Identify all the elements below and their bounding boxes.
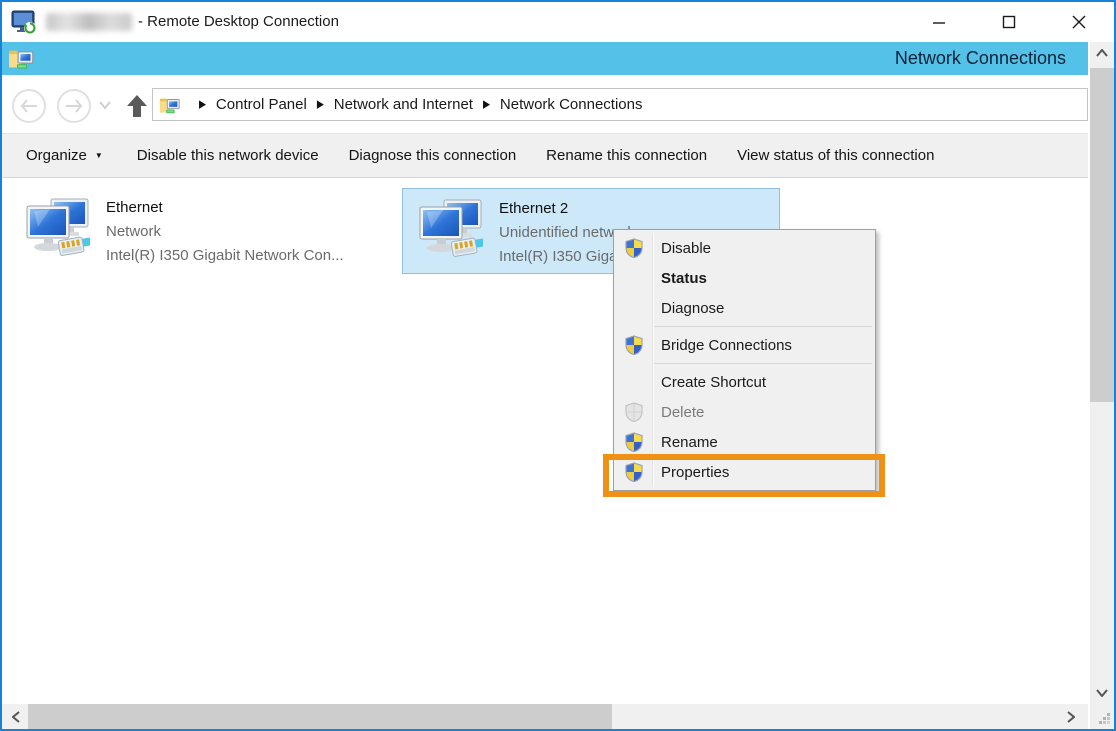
up-button[interactable] — [124, 92, 150, 120]
scroll-left-button[interactable] — [2, 704, 30, 729]
organize-label: Organize — [26, 147, 87, 164]
menu-item-delete: Delete — [614, 397, 875, 427]
breadcrumb-network-and-internet[interactable]: Network and Internet — [334, 96, 473, 113]
scroll-down-icon — [1096, 689, 1108, 697]
breadcrumb-caret-icon: ▶ — [483, 98, 490, 111]
scroll-down-button[interactable] — [1090, 682, 1114, 704]
connection-name: Ethernet — [106, 199, 163, 216]
network-adapter-icon — [417, 198, 483, 264]
disable-device-command[interactable]: Disable this network device — [137, 147, 319, 164]
connection-network: Network — [106, 223, 161, 240]
maximize-icon — [1002, 15, 1016, 29]
organize-dropdown-icon: ▼ — [95, 151, 103, 160]
navigation-bar: ▶ Control Panel ▶ Network and Internet ▶… — [2, 75, 1088, 133]
horizontal-scrollbar[interactable] — [2, 704, 1088, 729]
breadcrumb-network-connections[interactable]: Network Connections — [500, 96, 643, 113]
vertical-scroll-thumb[interactable] — [1090, 68, 1114, 402]
rename-connection-command[interactable]: Rename this connection — [546, 147, 707, 164]
menu-item-diagnose[interactable]: Diagnose — [614, 293, 875, 323]
scroll-up-button[interactable] — [1090, 42, 1114, 64]
explorer-banner: Network Connections — [2, 42, 1088, 75]
close-icon — [1071, 14, 1087, 30]
breadcrumb-caret-icon: ▶ — [199, 98, 206, 111]
back-button[interactable] — [12, 89, 46, 123]
menu-item-rename[interactable]: Rename — [614, 427, 875, 457]
chevron-down-icon — [98, 100, 112, 110]
address-location-icon — [159, 94, 181, 116]
organize-button[interactable]: Organize ▼ — [26, 147, 103, 164]
network-connections-folder-icon — [8, 45, 35, 72]
command-bar: Organize ▼ Disable this network device D… — [2, 133, 1088, 178]
forward-button[interactable] — [57, 89, 91, 123]
diagnose-connection-command[interactable]: Diagnose this connection — [349, 147, 517, 164]
menu-item-disable[interactable]: Disable — [614, 233, 875, 263]
breadcrumb-control-panel[interactable]: Control Panel — [216, 96, 307, 113]
minimize-button[interactable] — [904, 2, 974, 42]
connection-tile-ethernet[interactable]: Ethernet Network Intel(R) I350 Gigabit N… — [10, 188, 392, 274]
close-button[interactable] — [1044, 2, 1114, 42]
connection-name: Ethernet 2 — [499, 200, 568, 217]
title-bar: - Remote Desktop Connection — [2, 2, 1114, 42]
menu-item-create-shortcut[interactable]: Create Shortcut — [614, 367, 875, 397]
resize-grip-icon[interactable] — [1097, 711, 1111, 725]
menu-item-status[interactable]: Status — [614, 263, 875, 293]
vertical-scrollbar[interactable] — [1090, 42, 1114, 704]
context-menu: Disable Status Diagnose Bridge Connectio… — [613, 229, 876, 491]
redacted-title-blur — [46, 13, 132, 31]
address-bar[interactable]: ▶ Control Panel ▶ Network and Internet ▶… — [152, 88, 1088, 121]
rdp-app-icon — [10, 8, 38, 36]
maximize-button[interactable] — [974, 2, 1044, 42]
uac-shield-icon — [624, 432, 644, 452]
breadcrumb-caret-icon: ▶ — [317, 98, 324, 111]
recent-pages-button[interactable] — [98, 100, 112, 112]
uac-shield-disabled-icon — [624, 402, 644, 422]
minimize-icon — [932, 15, 946, 29]
forward-icon — [64, 98, 84, 114]
window-controls — [904, 2, 1114, 42]
network-adapter-icon — [24, 197, 90, 263]
menu-separator — [654, 326, 872, 327]
scroll-right-button[interactable] — [1054, 704, 1088, 729]
uac-shield-icon — [624, 335, 644, 355]
view-status-command[interactable]: View status of this connection — [737, 147, 934, 164]
remote-desktop-window: - Remote Desktop Connection Network Conn… — [0, 0, 1116, 731]
scroll-right-icon — [1067, 711, 1075, 723]
scroll-up-icon — [1096, 49, 1108, 57]
banner-title: Network Connections — [895, 42, 1066, 75]
back-icon — [19, 98, 39, 114]
menu-separator — [654, 363, 872, 364]
properties-highlight-annotation — [603, 454, 885, 497]
up-icon — [126, 94, 148, 118]
window-title: - Remote Desktop Connection — [138, 2, 339, 42]
horizontal-scroll-thumb[interactable] — [28, 704, 612, 729]
file-list-area: Ethernet Network Intel(R) I350 Gigabit N… — [2, 178, 1088, 704]
uac-shield-icon — [624, 238, 644, 258]
connection-device: Intel(R) I350 Gigabit Network Con... — [106, 247, 344, 264]
menu-item-bridge-connections[interactable]: Bridge Connections — [614, 330, 875, 360]
scroll-left-icon — [12, 711, 20, 723]
scrollbar-corner — [1090, 704, 1114, 729]
